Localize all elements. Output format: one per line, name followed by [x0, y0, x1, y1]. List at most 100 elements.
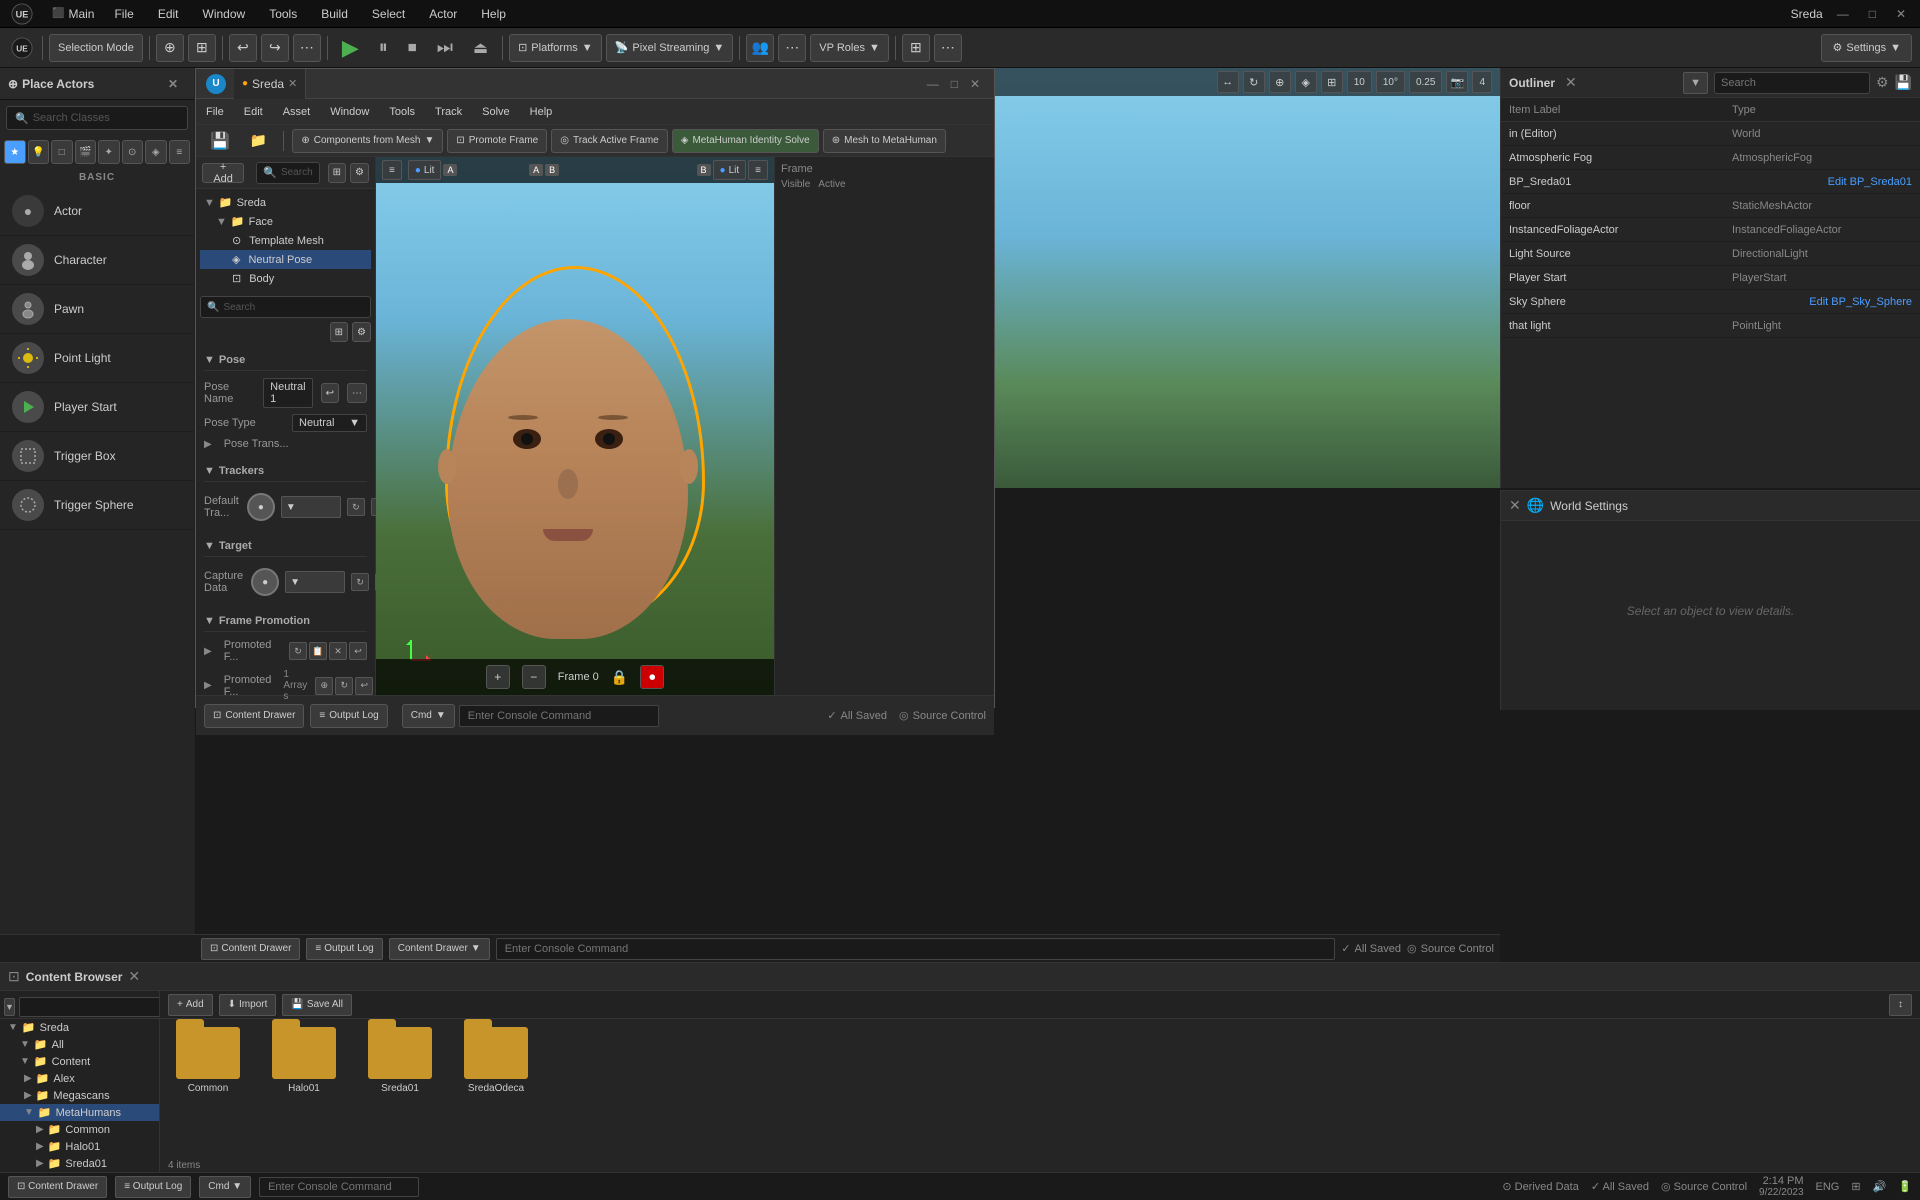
- pf2-reset[interactable]: ↩: [355, 677, 373, 695]
- output-log-btn[interactable]: ≡ Output Log: [306, 938, 382, 960]
- cb-add-btn[interactable]: + Add: [168, 994, 213, 1016]
- misc-btn2[interactable]: ⋯: [934, 34, 962, 62]
- cb-tree-halo01[interactable]: ▶ 📁 Halo01: [0, 1138, 159, 1155]
- outliner-row-6[interactable]: Player Start PlayerStart: [1501, 266, 1920, 290]
- vp-grid-btn[interactable]: ⊞: [1321, 71, 1343, 93]
- place-actors-close[interactable]: ✕: [160, 68, 186, 100]
- outliner-search[interactable]: [1714, 72, 1870, 94]
- mh-close[interactable]: ✕: [966, 77, 984, 91]
- vp-menu-btn-right[interactable]: ≡: [748, 160, 768, 180]
- menu-edit[interactable]: Edit: [154, 5, 183, 23]
- tab-volumes[interactable]: ◈: [145, 140, 167, 164]
- tree-face[interactable]: ▼ 📁 Face: [200, 212, 371, 231]
- pf2-refresh[interactable]: ↻: [335, 677, 353, 695]
- tab-cinematic[interactable]: 🎬: [75, 140, 97, 164]
- vp-scale-btn[interactable]: ⊕: [1269, 71, 1291, 93]
- stop-btn[interactable]: ⏹: [400, 34, 425, 62]
- tracker-dropdown-btn[interactable]: ▼: [281, 496, 341, 518]
- target-section-header[interactable]: ▼ Target: [204, 536, 367, 557]
- settings-tree-btn[interactable]: ⚙: [350, 163, 369, 183]
- mh-content-drawer-btn[interactable]: ⊡ Content Drawer: [204, 704, 304, 728]
- play-btn[interactable]: ▶: [334, 34, 367, 62]
- outliner-row-3[interactable]: floor StaticMeshActor: [1501, 194, 1920, 218]
- vp-roles-btn[interactable]: VP Roles ▼: [810, 34, 889, 62]
- cb-save-all-btn[interactable]: 💾 Save All: [282, 994, 352, 1016]
- pose-name-value[interactable]: Neutral 1: [263, 378, 312, 408]
- mesh-to-mh-btn[interactable]: ⊛ Mesh to MetaHuman: [823, 129, 946, 153]
- vp-4btn[interactable]: 4: [1472, 71, 1492, 93]
- frame-promo-header[interactable]: ▼ Frame Promotion: [204, 611, 367, 632]
- mh-tab-close[interactable]: ✕: [288, 77, 297, 90]
- capture-refresh-btn[interactable]: ↻: [351, 573, 369, 591]
- cb-tree-metahumans[interactable]: ▼ 📁 MetaHumans: [0, 1104, 159, 1121]
- vp-surface-btn[interactable]: ◈: [1295, 71, 1317, 93]
- search-classes-box[interactable]: 🔍 Search Classes: [6, 106, 188, 130]
- menu-actor[interactable]: Actor: [425, 5, 461, 23]
- selection-mode-btn[interactable]: Selection Mode: [49, 34, 143, 62]
- cb-filter-btn[interactable]: ▼: [4, 998, 15, 1016]
- mh-minimize[interactable]: —: [923, 77, 943, 91]
- undo-btn[interactable]: ↩: [229, 34, 257, 62]
- cb-folder-sreda01-item[interactable]: Sreda01: [360, 1027, 440, 1094]
- vp-camera-btn[interactable]: 📷: [1446, 71, 1468, 93]
- tree-neutral-pose[interactable]: ◈ Neutral Pose: [200, 250, 371, 269]
- actor-item-point-light[interactable]: Point Light: [0, 334, 194, 383]
- tracker-refresh-btn[interactable]: ↻: [347, 498, 365, 516]
- mh-props-search[interactable]: 🔍 Search: [200, 296, 371, 318]
- cb-tree-sreda[interactable]: ▼ 📁 Sreda: [0, 1019, 159, 1036]
- minimize-btn[interactable]: —: [1831, 7, 1855, 21]
- tab-physics[interactable]: ⊙: [122, 140, 144, 164]
- mh-menu-track[interactable]: Track: [431, 104, 466, 120]
- actor-item-trigger-sphere[interactable]: Trigger Sphere: [0, 481, 194, 530]
- sb-console-input[interactable]: [259, 1177, 419, 1197]
- sb-output-log[interactable]: ≡ Output Log: [115, 1176, 191, 1198]
- misc-btn[interactable]: ⊞: [902, 34, 930, 62]
- tab-lights[interactable]: 💡: [28, 140, 50, 164]
- pause-btn[interactable]: ⏸: [371, 34, 396, 62]
- menu-window[interactable]: Window: [199, 5, 250, 23]
- pf1-reset[interactable]: ↩: [349, 642, 367, 660]
- mh-menu-edit[interactable]: Edit: [240, 104, 267, 120]
- cb-tree-all[interactable]: ▼ 📁 All: [12, 1036, 159, 1053]
- mh-identity-btn[interactable]: ◈ MetaHuman Identity Solve: [672, 129, 819, 153]
- platforms-btn[interactable]: ⊡ Platforms ▼: [509, 34, 602, 62]
- menu-select[interactable]: Select: [368, 5, 409, 23]
- snap-btn[interactable]: ⊞: [188, 34, 216, 62]
- cb-folder-sredaodeca-item[interactable]: SredaOdeca: [456, 1027, 536, 1094]
- pose-reset-btn[interactable]: ↩: [321, 383, 339, 403]
- pose-section-header[interactable]: ▼ Pose: [204, 350, 367, 371]
- mh-tab-sreda[interactable]: ● Sreda ✕: [234, 69, 306, 99]
- mh-menu-asset[interactable]: Asset: [279, 104, 315, 120]
- grid-view-btn[interactable]: ⊞: [328, 163, 346, 183]
- outliner-row-1[interactable]: Atmospheric Fog AtmosphericFog: [1501, 146, 1920, 170]
- cb-tree-alex[interactable]: ▶ 📁 Alex: [0, 1070, 159, 1087]
- cb-tree-megascans[interactable]: ▶ 📁 Megascans: [0, 1087, 159, 1104]
- mh-tree-search[interactable]: 🔍 Search: [256, 162, 319, 184]
- mh-cmd-btn[interactable]: Cmd ▼: [402, 704, 455, 728]
- mh-menu-window[interactable]: Window: [326, 104, 373, 120]
- vp-scale-val[interactable]: 0.25: [1409, 71, 1442, 93]
- actor-item-actor[interactable]: ● Actor: [0, 187, 194, 236]
- pf1-del[interactable]: ✕: [329, 642, 347, 660]
- eject-btn[interactable]: ⏏: [465, 34, 496, 62]
- track-active-btn[interactable]: ◎ Track Active Frame: [551, 129, 668, 153]
- mh-menu-file[interactable]: File: [202, 104, 228, 120]
- add-btn[interactable]: + Add: [202, 163, 244, 183]
- outliner-close-btn[interactable]: ✕: [1565, 74, 1577, 91]
- redo-btn[interactable]: ↪: [261, 34, 289, 62]
- outliner-row-7[interactable]: Sky Sphere Edit BP_Sky_Sphere: [1501, 290, 1920, 314]
- console-input[interactable]: [496, 938, 1336, 960]
- vp-zoom-in[interactable]: +: [486, 665, 510, 689]
- trackers-section-header[interactable]: ▼ Trackers: [204, 461, 367, 482]
- pf1-refresh[interactable]: ↻: [289, 642, 307, 660]
- close-btn[interactable]: ✕: [1890, 7, 1912, 21]
- actor-item-player-start[interactable]: Player Start: [0, 383, 194, 432]
- mh-maximize[interactable]: □: [947, 77, 962, 91]
- vp-lit-btn-b[interactable]: ● Lit: [713, 160, 747, 180]
- vp-menu-btn[interactable]: ≡: [382, 160, 402, 180]
- actor-item-character[interactable]: Character: [0, 236, 194, 285]
- tree-body[interactable]: ⊡ Body: [200, 269, 371, 288]
- actor-item-pawn[interactable]: Pawn: [0, 285, 194, 334]
- cmd-btn[interactable]: Content Drawer ▼: [389, 938, 490, 960]
- outliner-save-btn[interactable]: 💾: [1895, 74, 1912, 91]
